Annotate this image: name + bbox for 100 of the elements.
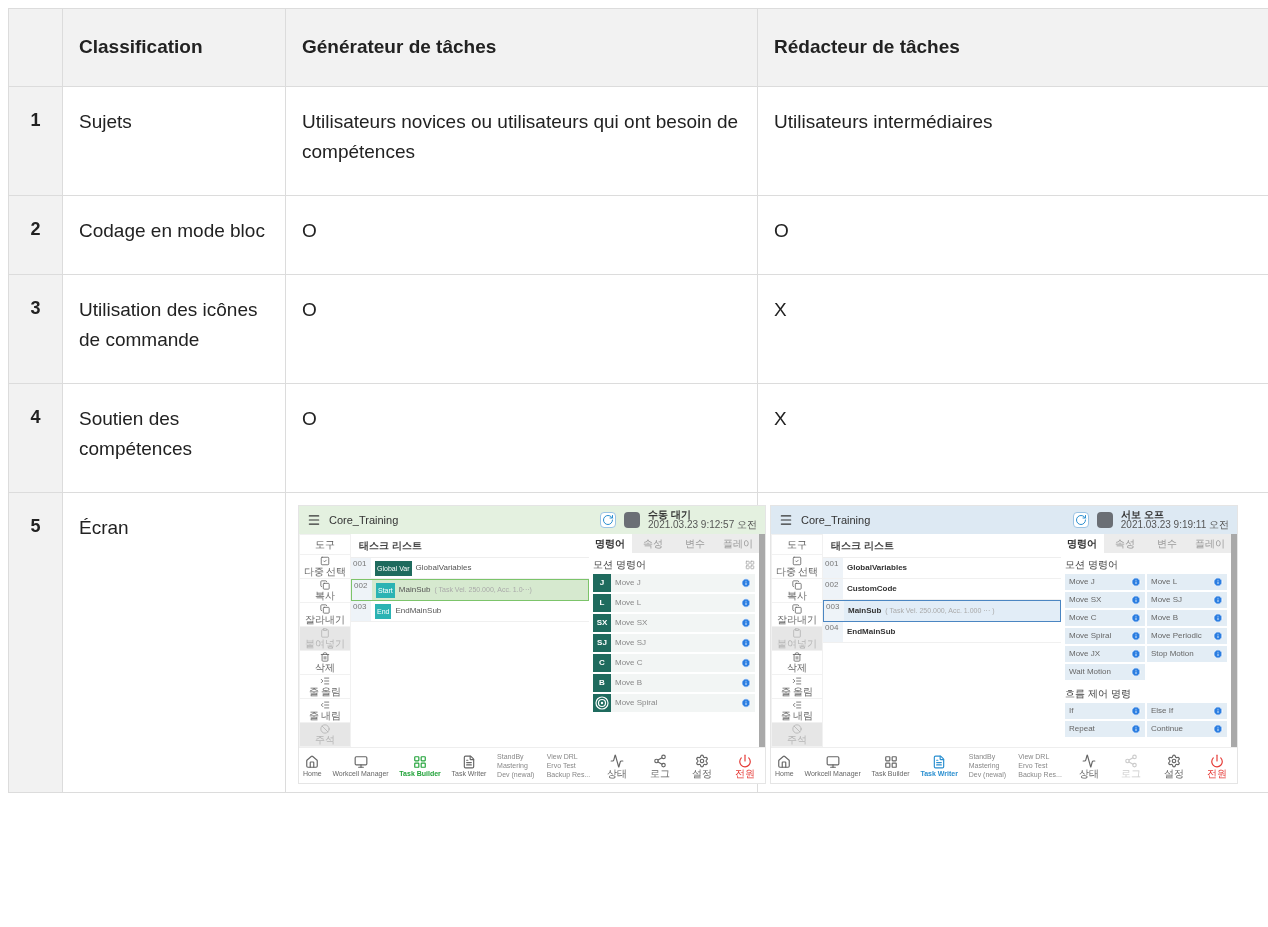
info-icon[interactable] xyxy=(1213,631,1223,641)
command-item[interactable]: Continue xyxy=(1147,721,1227,737)
grid-icon[interactable] xyxy=(745,559,755,570)
command-item[interactable]: If xyxy=(1065,703,1145,719)
copy-icon xyxy=(320,580,330,590)
table-cell: Sujets xyxy=(79,111,132,132)
section-title: 모션 명령어 xyxy=(593,558,646,572)
copy-icon xyxy=(792,604,802,614)
tool-button[interactable]: 삭제 xyxy=(772,651,822,674)
command-item[interactable]: Wait Motion xyxy=(1065,664,1145,680)
robot-status: 서보 오프 xyxy=(1120,510,1164,520)
tool-button[interactable]: 줄 내림 xyxy=(300,699,350,722)
tool-button[interactable]: 다중 선택 xyxy=(772,555,822,578)
info-icon[interactable] xyxy=(1213,577,1223,587)
info-icon[interactable] xyxy=(741,598,751,608)
system-button[interactable]: 전원 xyxy=(729,754,761,779)
robot-status: 수동 대기 xyxy=(648,510,692,520)
tool-button[interactable]: 줄 내림 xyxy=(772,699,822,722)
system-button[interactable]: 설정 xyxy=(1158,754,1191,779)
info-icon[interactable] xyxy=(741,618,751,628)
task-row[interactable]: 001 GlobalVariables xyxy=(823,558,1061,579)
line-number: 002 xyxy=(823,579,843,599)
tool-button[interactable]: 줄 올림 xyxy=(300,675,350,698)
info-icon[interactable] xyxy=(1131,631,1141,641)
info-icon[interactable] xyxy=(1213,595,1223,605)
table-cell-text: X xyxy=(774,298,788,322)
refresh-button[interactable] xyxy=(600,512,616,528)
home-icon xyxy=(777,754,792,769)
command-item[interactable]: SX Move SX xyxy=(593,614,755,632)
command-item[interactable]: Move JX xyxy=(1065,646,1145,662)
status-time: 2021.03.23 9:12:57 오전 xyxy=(648,520,757,530)
system-button[interactable]: 상태 xyxy=(600,754,633,779)
info-icon[interactable] xyxy=(1213,724,1223,734)
refresh-button[interactable] xyxy=(1072,512,1089,528)
system-button[interactable]: 로그 xyxy=(643,754,676,779)
info-icon[interactable] xyxy=(1131,667,1141,677)
command-item[interactable]: Move SJ xyxy=(1147,592,1227,608)
info-icon[interactable] xyxy=(1131,649,1141,659)
info-icon[interactable] xyxy=(741,698,751,708)
menu-icon[interactable] xyxy=(307,513,321,527)
table-cell-text: X xyxy=(774,407,788,431)
tool-button[interactable]: 복사 xyxy=(300,579,350,602)
monitor-icon xyxy=(825,754,840,769)
line-number: 001 xyxy=(823,558,843,578)
row-number: 2 xyxy=(9,196,63,275)
info-icon[interactable] xyxy=(1131,577,1141,587)
document-icon xyxy=(932,754,947,769)
tool-button[interactable]: 잘라내기 xyxy=(300,603,350,626)
task-name: GlobalVariables xyxy=(847,562,908,574)
grid-icon xyxy=(413,754,428,769)
command-item[interactable]: SJ Move SJ xyxy=(593,634,755,652)
command-item[interactable]: Repeat xyxy=(1065,721,1145,737)
outdent-icon xyxy=(792,700,802,710)
command-item[interactable]: Move Spiral xyxy=(1065,628,1145,644)
section-title: 흐름 제어 명령 xyxy=(1065,687,1132,701)
command-item[interactable]: Move Periodic xyxy=(1147,628,1227,644)
outdent-icon xyxy=(320,700,330,710)
command-item[interactable]: Stop Motion xyxy=(1147,646,1227,662)
tool-button[interactable]: 복사 xyxy=(772,579,822,602)
system-button[interactable]: 상태 xyxy=(1072,754,1105,779)
command-item[interactable]: C Move C xyxy=(593,654,755,672)
info-icon[interactable] xyxy=(1131,595,1141,605)
section-title: 모션 명령어 xyxy=(1065,558,1118,572)
info-icon[interactable] xyxy=(1131,613,1141,623)
command-item[interactable]: Move L xyxy=(1147,574,1227,590)
command-glyph: C xyxy=(593,654,611,672)
command-item[interactable]: L Move L xyxy=(593,594,755,612)
command-item[interactable]: Move J xyxy=(1065,574,1145,590)
info-icon[interactable] xyxy=(1213,706,1223,716)
info-icon[interactable] xyxy=(741,638,751,648)
robot-status-image xyxy=(1096,512,1113,528)
panel-tab[interactable]: 명령어 xyxy=(589,534,632,553)
tool-button[interactable]: 줄 올림 xyxy=(772,675,822,698)
command-item[interactable]: Move SX xyxy=(1065,592,1145,608)
info-icon[interactable] xyxy=(741,578,751,588)
command-item[interactable]: Move C xyxy=(1065,610,1145,626)
info-icon[interactable] xyxy=(1213,613,1223,623)
task-row[interactable]: 004 EndMainSub xyxy=(823,622,1061,643)
command-item[interactable]: Move B xyxy=(1147,610,1227,626)
system-button[interactable]: 전원 xyxy=(1201,754,1233,779)
status-time: 2021.03.23 9:19:11 오전 xyxy=(1120,520,1229,530)
command-item[interactable]: Move Spiral xyxy=(593,694,755,712)
scrollbar[interactable] xyxy=(1231,534,1237,747)
info-icon[interactable] xyxy=(1131,706,1141,716)
tool-button[interactable]: 잘라내기 xyxy=(772,603,822,626)
menu-icon[interactable] xyxy=(779,513,793,527)
panel-tab[interactable]: 명령어 xyxy=(1061,534,1104,553)
info-icon[interactable] xyxy=(741,678,751,688)
command-item[interactable]: Else If xyxy=(1147,703,1227,719)
system-button[interactable]: 설정 xyxy=(686,754,719,779)
tool-button[interactable]: 다중 선택 xyxy=(300,555,350,578)
info-icon[interactable] xyxy=(741,658,751,668)
info-icon[interactable] xyxy=(1213,649,1223,659)
command-item[interactable]: J Move J xyxy=(593,574,755,592)
tool-button[interactable]: 삭제 xyxy=(300,651,350,674)
scrollbar[interactable] xyxy=(759,534,765,747)
command-item[interactable]: B Move B xyxy=(593,674,755,692)
info-icon[interactable] xyxy=(1131,724,1141,734)
checkbox-icon xyxy=(320,556,330,566)
trash-icon xyxy=(320,652,330,662)
